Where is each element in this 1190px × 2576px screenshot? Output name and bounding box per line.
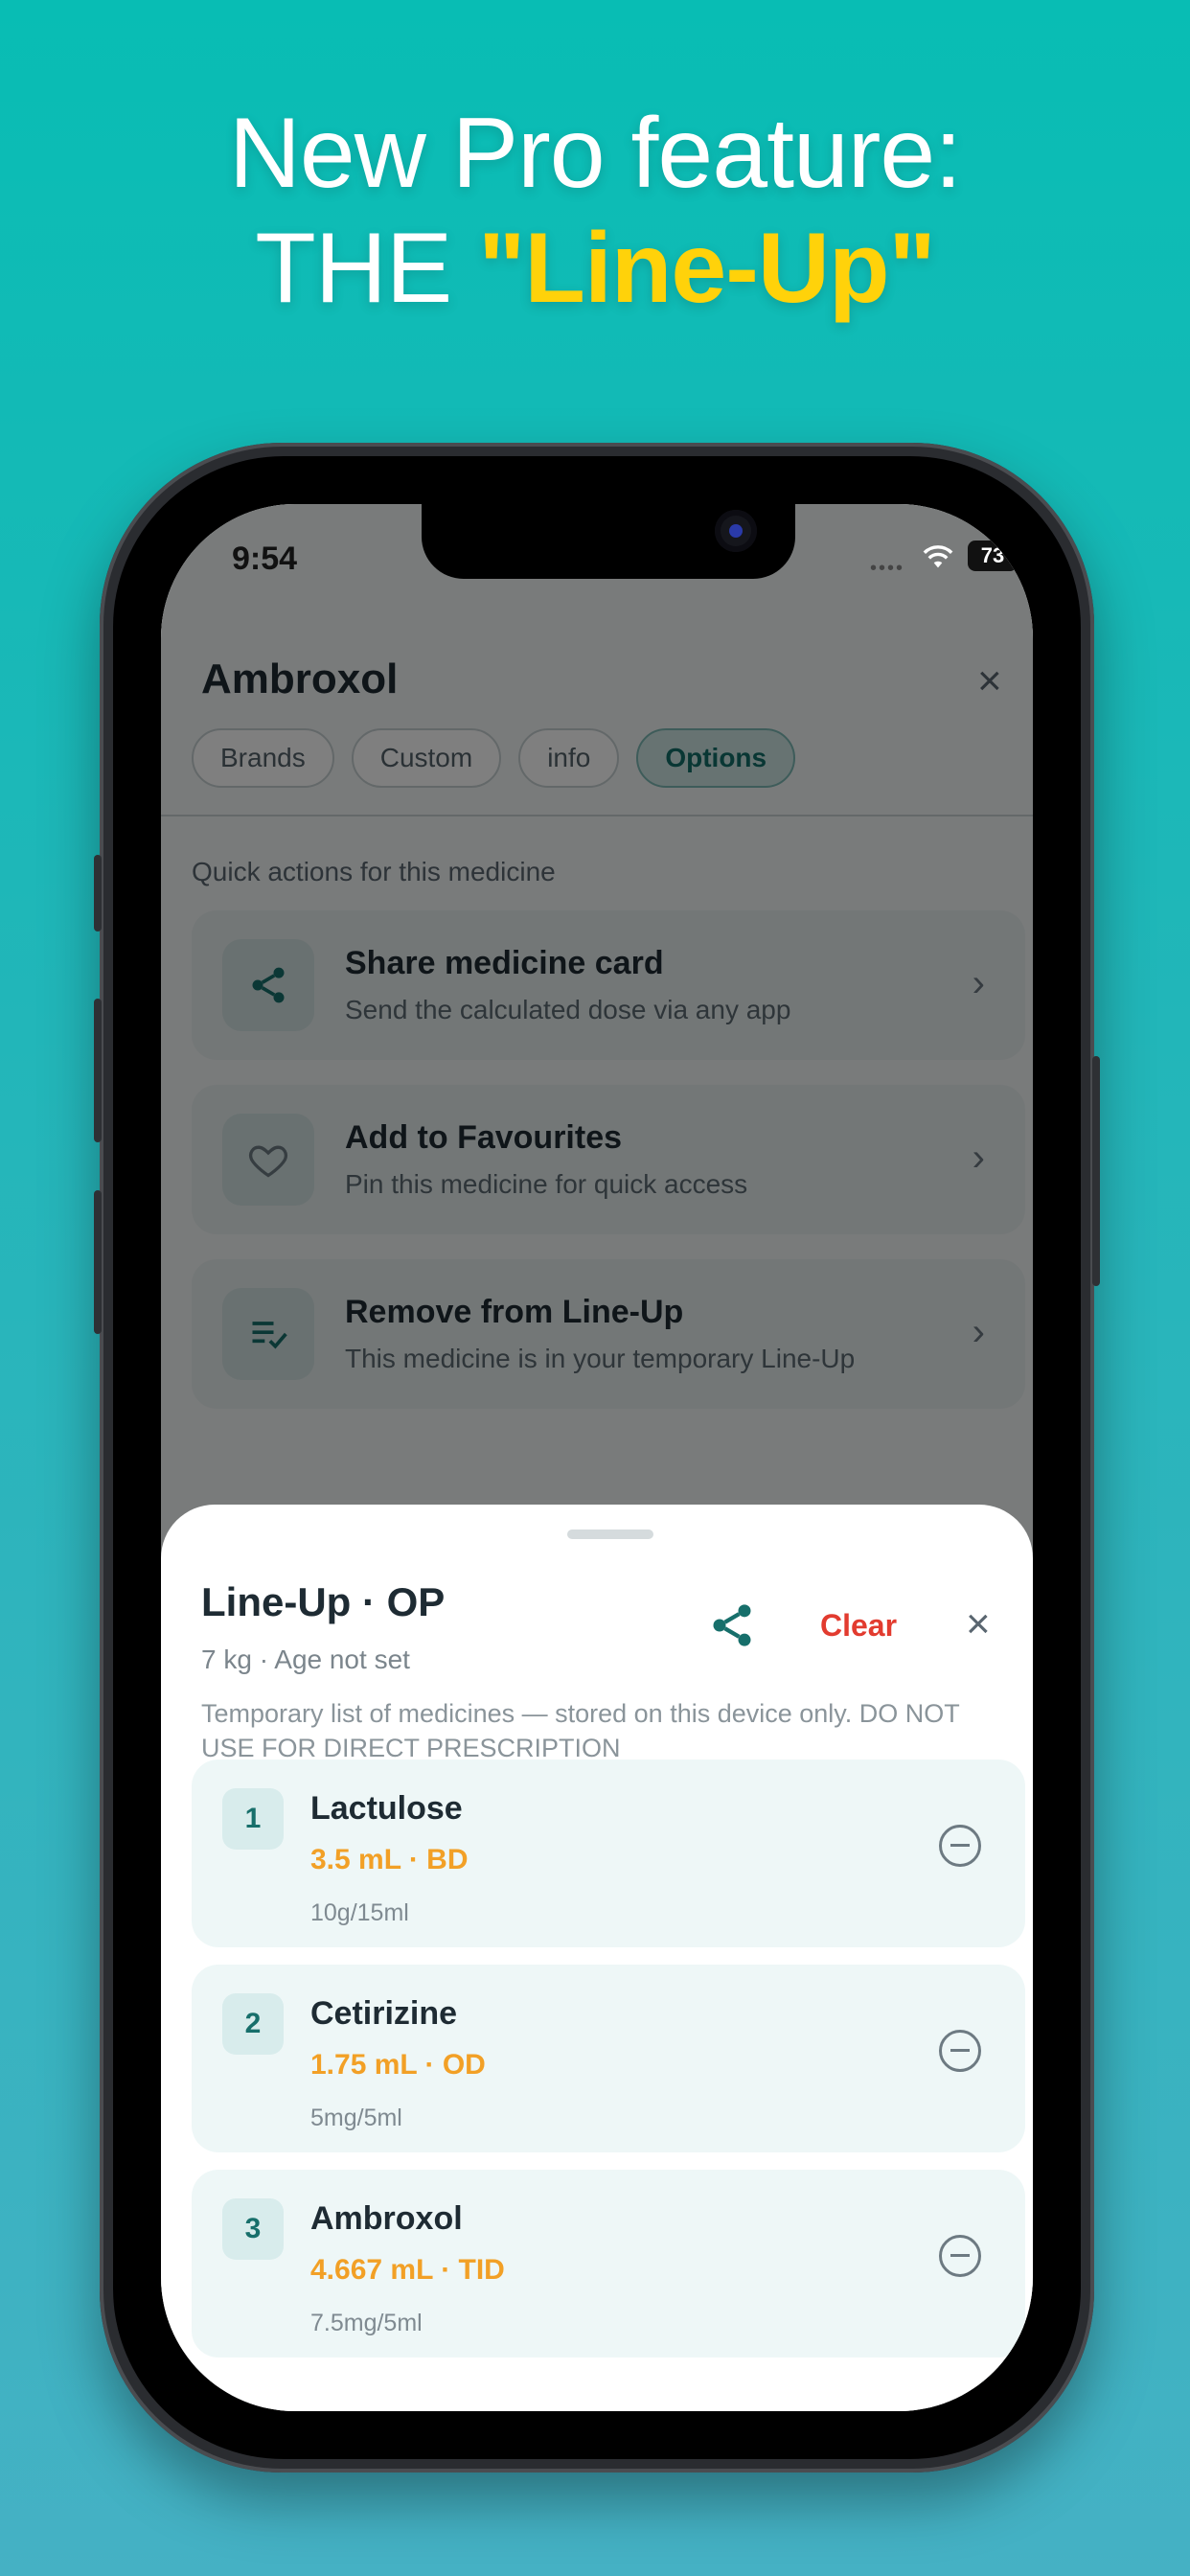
screen-bezel: Ambroxol × Brands Custom info Options Qu…: [113, 456, 1081, 2459]
phone-screen: Ambroxol × Brands Custom info Options Qu…: [161, 504, 1033, 2411]
headline-line2: THE "Line-Up": [0, 211, 1190, 326]
list-item[interactable]: 2 Cetirizine 1.75 mL · OD 5mg/5ml: [192, 1965, 1025, 2152]
sheet-disclaimer: Temporary list of medicines — stored on …: [201, 1699, 960, 1762]
notch: [422, 504, 795, 579]
remove-circle-icon[interactable]: [939, 2235, 981, 2277]
medicine-dose: 4.667 mL · TID: [310, 2254, 505, 2286]
remove-circle-icon[interactable]: [939, 1825, 981, 1867]
phone-frame: Ambroxol × Brands Custom info Options Qu…: [94, 443, 1100, 2472]
clear-button[interactable]: Clear: [820, 1608, 897, 1644]
item-number-badge: 3: [222, 2198, 284, 2260]
status-bar: 9:54 •••• 73: [161, 504, 1033, 610]
headline-highlight: "Line-Up": [478, 213, 936, 324]
close-icon[interactable]: ×: [966, 1600, 991, 1648]
sheet-grabber[interactable]: [567, 1530, 653, 1539]
battery-indicator: 73: [968, 540, 1018, 571]
medicine-name: Ambroxol: [310, 2200, 463, 2237]
item-number-badge: 2: [222, 1993, 284, 2055]
item-number-badge: 1: [222, 1788, 284, 1850]
cellular-signal-icon: ••••: [870, 558, 905, 579]
medicine-strength: 7.5mg/5ml: [310, 2310, 423, 2336]
power-button: [1092, 1056, 1100, 1286]
volume-up-button: [94, 999, 102, 1142]
wifi-icon: [922, 544, 954, 574]
mute-switch: [94, 855, 102, 932]
medicine-strength: 5mg/5ml: [310, 2104, 402, 2131]
medicine-strength: 10g/15ml: [310, 1899, 409, 1926]
headline-line1: New Pro feature:: [228, 98, 962, 209]
lineup-bottom-sheet: Line-Up · OP 7 kg · Age not set Clear × …: [161, 1505, 1033, 2411]
status-time: 9:54: [232, 540, 298, 577]
medicine-dose: 3.5 mL · BD: [310, 1844, 469, 1875]
list-item[interactable]: 3 Ambroxol 4.667 mL · TID 7.5mg/5ml: [192, 2170, 1025, 2358]
list-item[interactable]: 1 Lactulose 3.5 mL · BD 10g/15ml: [192, 1760, 1025, 1947]
medicine-name: Cetirizine: [310, 1995, 458, 2032]
sheet-subtitle: 7 kg · Age not set: [201, 1644, 410, 1674]
medicine-dose: 1.75 mL · OD: [310, 2049, 486, 2081]
medicine-name: Lactulose: [310, 1790, 463, 1827]
headline-line2-prefix: THE: [255, 213, 479, 324]
sheet-title: Line-Up · OP: [201, 1579, 446, 1624]
volume-down-button: [94, 1190, 102, 1334]
front-camera-icon: [715, 510, 757, 552]
remove-circle-icon[interactable]: [939, 2030, 981, 2072]
headline: New Pro feature: THE "Line-Up": [0, 96, 1190, 326]
share-icon[interactable]: [707, 1600, 757, 1655]
